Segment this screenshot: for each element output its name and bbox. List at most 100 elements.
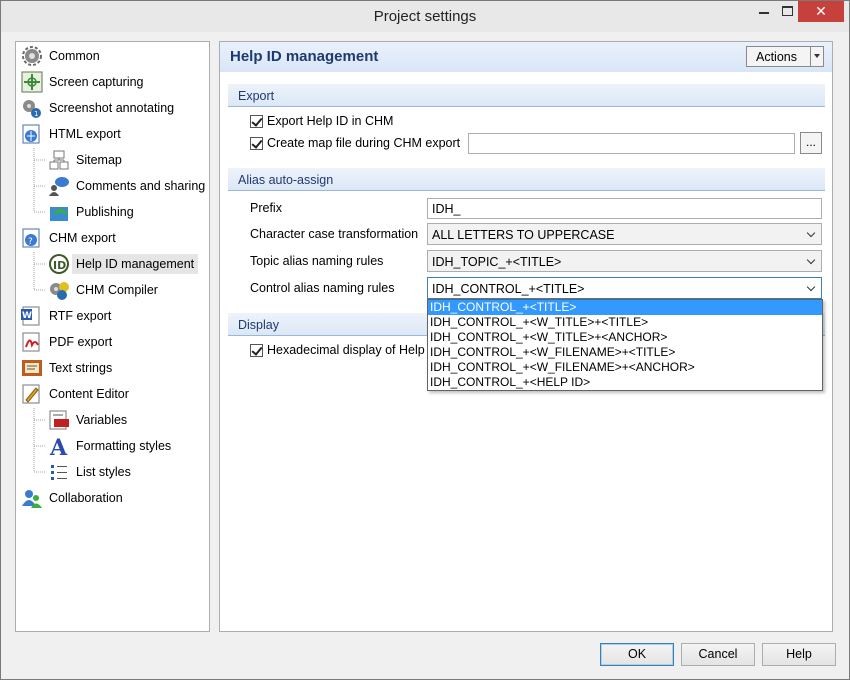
hex-display-checkbox[interactable] [250,343,263,357]
collaboration-icon [21,487,43,509]
tree-item-label: Common [49,49,100,63]
tree-item-label: Publishing [76,205,134,219]
minimize-button[interactable] [751,1,777,22]
dropdown-option[interactable]: IDH_CONTROL_+<HELP ID> [428,375,822,390]
gears-icon [21,45,43,67]
control-alias-label: Control alias naming rules [250,281,395,295]
dropdown-option[interactable]: IDH_CONTROL_+<W_TITLE>+<TITLE> [428,315,822,330]
tree-item-label: Variables [76,413,128,427]
control-alias-value: IDH_CONTROL_+<TITLE> [432,282,585,296]
settings-tree[interactable]: Common Screen capturing 1 Screenshot ann… [15,41,210,632]
tree-item-label: Sitemap [76,153,122,167]
tree-item-list-styles[interactable]: List styles [48,460,131,484]
pdf-doc-icon [21,331,43,353]
tree-item-label: Help ID management [72,254,199,274]
html-export-icon [21,123,43,145]
panel-header: Help ID management Actions [220,42,832,72]
prefix-input[interactable]: IDH_ [427,198,822,219]
tree-item-label: PDF export [49,335,113,349]
case-transformation-select[interactable]: ALL LETTERS TO UPPERCASE [427,223,822,245]
control-alias-select[interactable]: IDH_CONTROL_+<TITLE> [427,277,822,299]
tree-item-publishing[interactable]: Publishing [48,200,134,224]
tree-item-common[interactable]: Common [21,44,100,68]
tree-item-label: Content Editor [49,387,129,401]
section-display-label: Display [238,318,279,332]
variables-icon [48,409,70,431]
topic-alias-value: IDH_TOPIC_+<TITLE> [432,255,562,269]
tree-item-label: List styles [76,465,131,479]
tree-item-formatting-styles[interactable]: A Formatting styles [48,434,172,461]
list-icon [48,461,70,483]
topic-alias-label: Topic alias naming rules [250,254,384,268]
case-transformation-label: Character case transformation [250,227,419,241]
tree-item-help-id-management[interactable]: ID Help ID management [48,252,199,276]
tree-item-collaboration[interactable]: Collaboration [21,486,123,510]
window-title: Project settings [373,8,477,25]
tree-item-chm-export[interactable]: ? CHM export [21,226,116,250]
prefix-label: Prefix [250,201,282,215]
cancel-button[interactable]: Cancel [681,643,755,666]
tree-item-label: CHM export [49,231,116,245]
section-alias-auto-assign: Alias auto-assign [228,168,825,191]
svg-text:1: 1 [34,110,38,118]
tree-item-comments-and-sharing[interactable]: Comments and sharing [48,174,205,198]
create-map-file-option[interactable]: Create map file during CHM export [250,136,460,150]
help-button[interactable]: Help [762,643,836,666]
tree-item-label: Collaboration [49,491,123,505]
chevron-down-icon[interactable] [810,47,823,66]
dropdown-option[interactable]: IDH_CONTROL_+<W_TITLE>+<ANCHOR> [428,330,822,345]
text-strings-icon [21,357,43,379]
export-help-id-label: Export Help ID in CHM [267,114,394,128]
people-comment-icon [48,175,70,197]
dropdown-option[interactable]: IDH_CONTROL_+<TITLE> [428,300,822,315]
tree-item-sitemap[interactable]: Sitemap [48,148,122,172]
tree-item-label: Screen capturing [49,75,144,89]
topic-alias-select[interactable]: IDH_TOPIC_+<TITLE> [427,250,822,272]
control-alias-dropdown-list[interactable]: IDH_CONTROL_+<TITLE> IDH_CONTROL_+<W_TIT… [427,299,823,391]
browse-button[interactable]: ... [800,132,822,154]
chm-compiler-icon [48,279,70,301]
actions-button-label: Actions [756,50,797,64]
export-help-id-checkbox[interactable] [250,114,263,128]
tree-item-label: Comments and sharing [76,179,206,193]
crosshair-icon [21,71,43,93]
dropdown-option[interactable]: IDH_CONTROL_+<W_FILENAME>+<ANCHOR> [428,360,822,375]
svg-text:ID: ID [53,259,66,272]
annotate-gear-icon: 1 [21,97,43,119]
chevron-down-icon [807,286,815,292]
tree-item-screen-capturing[interactable]: Screen capturing [21,70,144,94]
close-button[interactable]: ✕ [798,1,844,22]
tree-item-content-editor[interactable]: Content Editor [21,382,129,406]
title-bar[interactable]: Project settings ✕ [1,1,849,32]
maximize-button[interactable] [778,1,798,22]
chevron-down-icon [807,232,815,238]
svg-text:A: A [49,435,68,457]
section-alias-label: Alias auto-assign [238,173,334,187]
tree-item-chm-compiler[interactable]: CHM Compiler [48,278,158,302]
tree-item-label: HTML export [49,127,121,141]
export-help-id-option[interactable]: Export Help ID in CHM [250,114,393,128]
section-export: Export [228,84,825,107]
chevron-down-icon [807,259,815,265]
map-file-path-input[interactable] [468,133,795,154]
svg-text:?: ? [28,237,33,247]
tree-item-pdf-export[interactable]: PDF export [21,330,112,354]
create-map-file-checkbox[interactable] [250,136,263,150]
sitemap-icon [48,149,70,171]
publish-icon [48,201,70,223]
actions-button[interactable]: Actions [746,46,824,67]
tree-item-text-strings[interactable]: Text strings [21,356,112,380]
hex-display-option[interactable]: Hexadecimal display of Help ID [250,343,441,357]
tree-item-label: Formatting styles [76,439,172,453]
tree-item-label: CHM Compiler [76,283,158,297]
tree-item-screenshot-annotating[interactable]: 1 Screenshot annotating [21,96,174,120]
tree-item-variables[interactable]: Variables [48,408,127,432]
section-export-label: Export [238,89,275,103]
create-map-file-label: Create map file during CHM export [267,136,461,150]
tree-item-label: Text strings [49,361,113,375]
project-settings-window: Project settings ✕ Common Screen capturi… [0,0,850,680]
tree-item-html-export[interactable]: HTML export [21,122,121,146]
tree-item-rtf-export[interactable]: W RTF export [21,304,111,328]
ok-button[interactable]: OK [600,643,674,666]
dropdown-option[interactable]: IDH_CONTROL_+<W_FILENAME>+<TITLE> [428,345,822,360]
